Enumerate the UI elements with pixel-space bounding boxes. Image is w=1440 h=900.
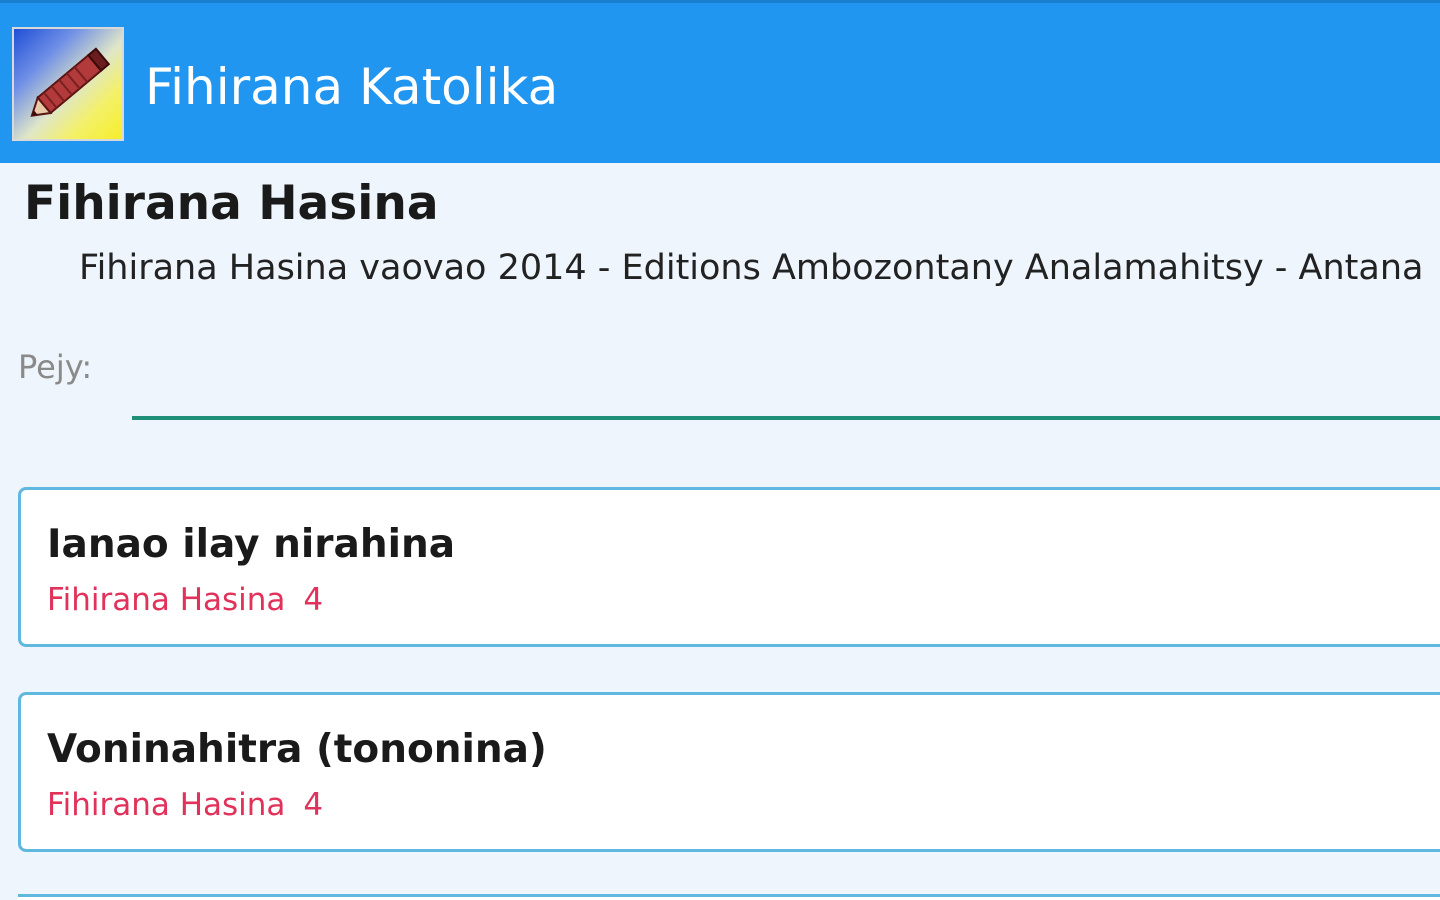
song-page: 4 (303, 787, 324, 823)
song-card[interactable]: Voninahitra (tononina) Fihirana Hasina 4 (18, 692, 1440, 852)
song-meta: Fihirana Hasina 4 (47, 582, 323, 618)
app-bar: Fihirana Katolika (0, 0, 1440, 163)
song-book: Fihirana Hasina (47, 787, 286, 823)
app-title: Fihirana Katolika (145, 58, 559, 116)
book-title: Fihirana Hasina (24, 176, 439, 231)
song-book: Fihirana Hasina (47, 582, 286, 618)
pencil-icon[interactable] (12, 27, 124, 141)
song-card[interactable]: Ianao ilay nirahina Fihirana Hasina 4 (18, 487, 1440, 647)
song-meta: Fihirana Hasina 4 (47, 787, 323, 823)
page-label: Pejy: (18, 348, 93, 386)
song-title: Ianao ilay nirahina (47, 522, 456, 567)
book-subtitle: Fihirana Hasina vaovao 2014 - Editions A… (79, 248, 1424, 288)
song-card-partial[interactable] (18, 894, 1440, 900)
song-title: Voninahitra (tononina) (47, 727, 547, 772)
page-input[interactable] (132, 346, 1440, 420)
song-page: 4 (303, 582, 324, 618)
